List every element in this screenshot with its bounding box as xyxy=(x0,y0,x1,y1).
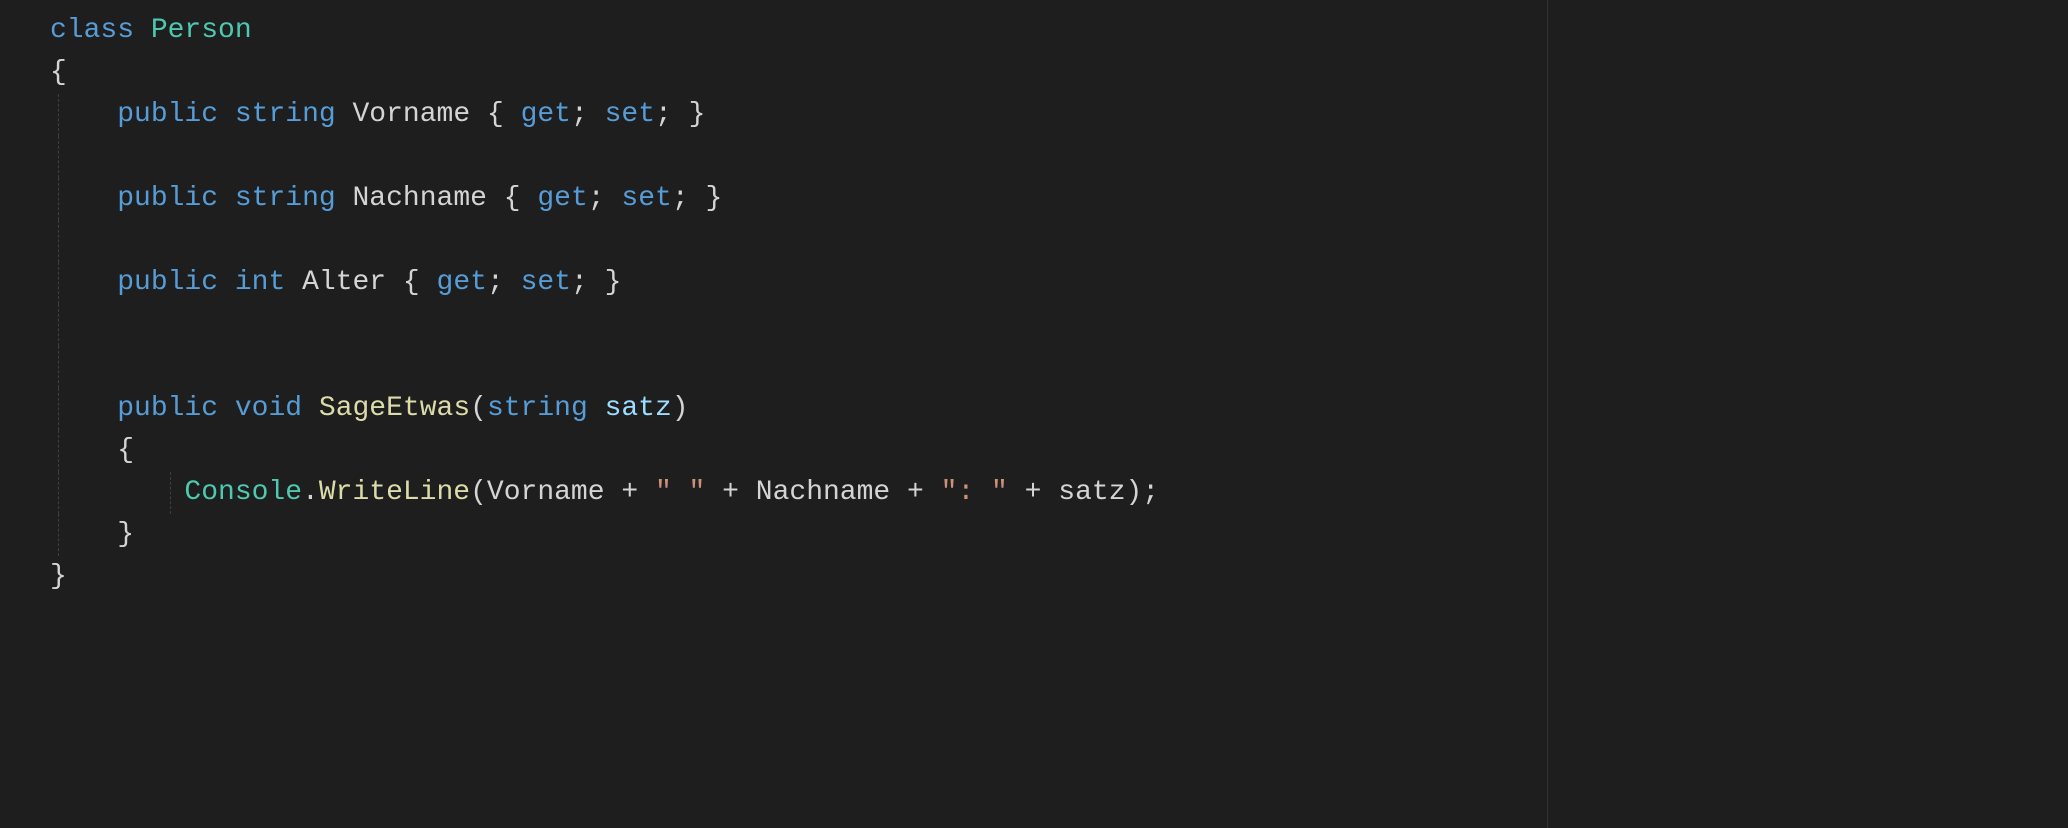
type-console: Console xyxy=(184,477,302,508)
property-vorname: Vorname xyxy=(353,99,471,130)
code-line[interactable]: public string Nachname { get; set; } xyxy=(50,178,2068,220)
type-person: Person xyxy=(151,15,252,46)
indent-guide xyxy=(58,178,59,220)
keyword-class: class xyxy=(50,15,134,46)
indent-guide xyxy=(58,94,59,136)
method-writeline: WriteLine xyxy=(319,477,470,508)
keyword-set: set xyxy=(605,99,655,130)
open-brace: { xyxy=(487,99,504,130)
keyword-public: public xyxy=(117,267,218,298)
code-line[interactable]: } xyxy=(50,556,2068,598)
close-brace: } xyxy=(689,99,706,130)
string-literal: ": " xyxy=(941,477,1008,508)
property-alter: Alter xyxy=(302,267,386,298)
code-line[interactable]: public void SageEtwas(string satz) xyxy=(50,388,2068,430)
indent-guide xyxy=(58,262,59,304)
open-paren: ( xyxy=(470,477,487,508)
param-satz: satz xyxy=(605,393,672,424)
plus-op: + xyxy=(605,477,655,508)
plus-op: + xyxy=(1008,477,1058,508)
close-brace: } xyxy=(605,267,622,298)
code-line[interactable]: public int Alter { get; set; } xyxy=(50,262,2068,304)
semicolon: ; xyxy=(487,267,504,298)
semicolon: ; xyxy=(588,183,605,214)
plus-op: + xyxy=(705,477,755,508)
code-line[interactable] xyxy=(50,346,2068,388)
keyword-void: void xyxy=(235,393,302,424)
open-brace: { xyxy=(504,183,521,214)
keyword-set: set xyxy=(621,183,671,214)
open-brace: { xyxy=(403,267,420,298)
plus-op: + xyxy=(890,477,940,508)
code-line[interactable]: { xyxy=(50,430,2068,472)
semicolon: ; xyxy=(571,99,588,130)
keyword-int: int xyxy=(235,267,285,298)
semicolon: ; xyxy=(571,267,588,298)
keyword-public: public xyxy=(117,393,218,424)
code-line[interactable]: } xyxy=(50,514,2068,556)
indent-guide xyxy=(58,220,59,262)
property-nachname: Nachname xyxy=(353,183,487,214)
close-brace: } xyxy=(117,519,134,550)
method-sageetwas: SageEtwas xyxy=(319,393,470,424)
ident-nachname: Nachname xyxy=(756,477,890,508)
indent-guide xyxy=(58,430,59,472)
code-line[interactable]: public string Vorname { get; set; } xyxy=(50,94,2068,136)
open-brace: { xyxy=(117,435,134,466)
keyword-public: public xyxy=(117,183,218,214)
close-paren-semi: ); xyxy=(1126,477,1160,508)
keyword-string: string xyxy=(235,183,336,214)
code-line[interactable] xyxy=(50,136,2068,178)
code-editor[interactable]: class Person { public string Vorname { g… xyxy=(0,0,2068,598)
semicolon: ; xyxy=(672,183,689,214)
semicolon: ; xyxy=(655,99,672,130)
ident-satz: satz xyxy=(1058,477,1125,508)
code-line[interactable] xyxy=(50,304,2068,346)
close-paren: ) xyxy=(672,393,689,424)
indent-guide xyxy=(58,514,59,556)
keyword-string: string xyxy=(487,393,588,424)
code-line[interactable]: Console.WriteLine(Vorname + " " + Nachna… xyxy=(50,472,2068,514)
indent-guide xyxy=(58,472,59,514)
keyword-string: string xyxy=(235,99,336,130)
keyword-get: get xyxy=(537,183,587,214)
open-paren: ( xyxy=(470,393,487,424)
dot: . xyxy=(302,477,319,508)
close-brace: } xyxy=(705,183,722,214)
code-line[interactable]: { xyxy=(50,52,2068,94)
string-literal: " " xyxy=(655,477,705,508)
keyword-set: set xyxy=(521,267,571,298)
keyword-get: get xyxy=(521,99,571,130)
ident-vorname: Vorname xyxy=(487,477,605,508)
close-brace: } xyxy=(50,561,67,592)
indent-guide xyxy=(170,472,171,514)
keyword-public: public xyxy=(117,99,218,130)
indent-guide xyxy=(58,346,59,388)
indent-guide xyxy=(58,136,59,178)
indent-guide xyxy=(58,388,59,430)
code-line[interactable]: class Person xyxy=(50,10,2068,52)
open-brace: { xyxy=(50,57,67,88)
code-line[interactable] xyxy=(50,220,2068,262)
indent-guide xyxy=(58,304,59,346)
keyword-get: get xyxy=(437,267,487,298)
